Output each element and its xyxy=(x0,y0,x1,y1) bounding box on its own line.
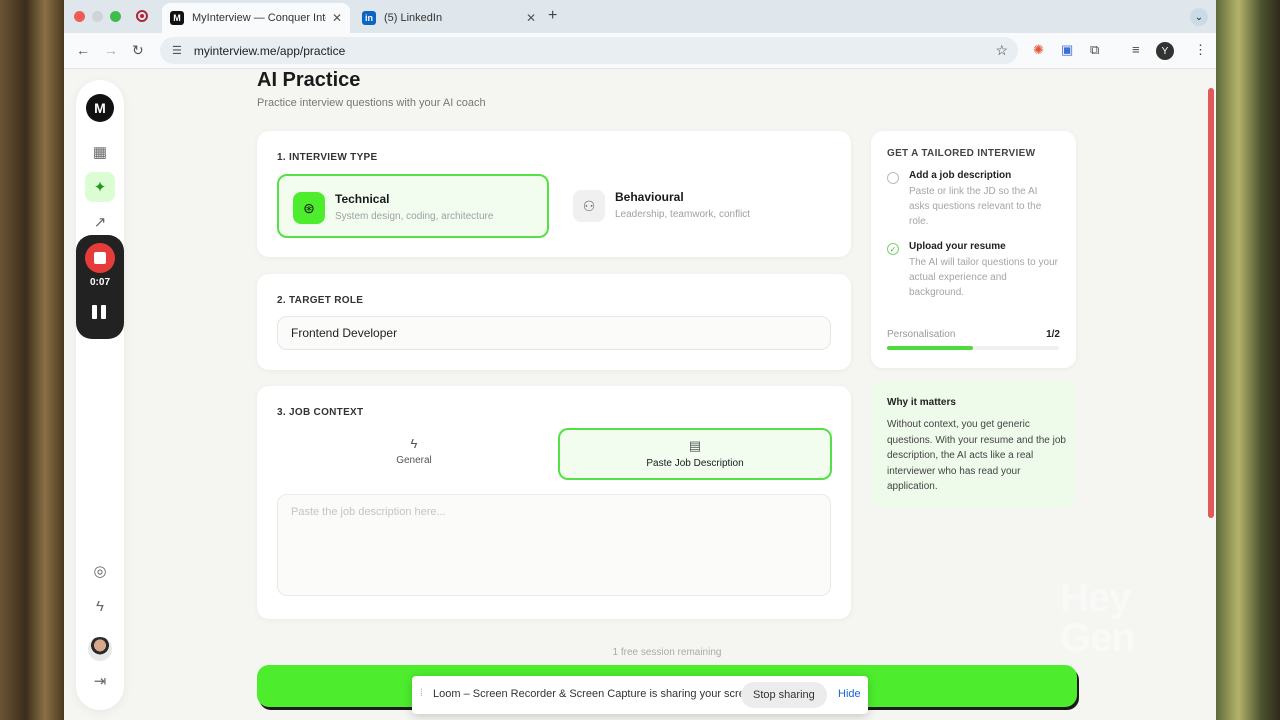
tab-strip: M MyInterview — Conquer Inter ✕ in (5) L… xyxy=(64,0,1216,33)
site-info-icon[interactable]: ☰ xyxy=(172,44,182,57)
back-arrow-icon[interactable]: ← xyxy=(76,42,90,58)
window-controls xyxy=(74,11,121,22)
stop-sharing-button[interactable]: Stop sharing xyxy=(741,682,827,708)
loom-message: Loom – Screen Recorder & Screen Capture … xyxy=(433,688,761,700)
tab-title: MyInterview — Conquer Inter xyxy=(192,12,326,24)
pause-recording-button[interactable] xyxy=(92,305,108,321)
step-upload-resume[interactable]: ✓ Upload your resume The AI will tailor … xyxy=(887,241,1059,300)
drag-handle-icon[interactable]: ⁞ xyxy=(420,688,423,699)
minimize-window-button[interactable] xyxy=(92,11,103,22)
browser-window: M MyInterview — Conquer Inter ✕ in (5) L… xyxy=(64,0,1216,720)
step-title: Upload your resume xyxy=(909,241,1006,252)
personalisation-count: 1/2 xyxy=(1046,329,1060,340)
hide-banner-link[interactable]: Hide xyxy=(838,688,861,700)
new-tab-button[interactable]: + xyxy=(548,7,557,25)
users-icon: ⚇ xyxy=(573,190,605,222)
forward-arrow-icon[interactable]: → xyxy=(104,42,118,58)
document-icon: ▤ xyxy=(688,438,702,453)
free-sessions-text: 1 free session remaining xyxy=(612,647,722,658)
app-logo[interactable]: M xyxy=(86,94,114,122)
dashboard-grid-icon[interactable]: ▦ xyxy=(85,137,115,167)
tab-search-button[interactable]: ⌄ xyxy=(1190,8,1208,26)
step-title: Add a job description xyxy=(909,170,1012,181)
check-circle-icon: ✓ xyxy=(887,243,899,255)
stop-recording-button[interactable] xyxy=(85,243,115,273)
tab-label: Paste Job Description xyxy=(646,458,744,469)
lightning-icon: ϟ xyxy=(410,436,418,451)
personalisation-progress xyxy=(887,346,1059,350)
option-description: System design, coding, architecture xyxy=(335,211,494,222)
option-description: Leadership, teamwork, conflict xyxy=(615,209,751,220)
why-text: Without context, you get generic questio… xyxy=(887,419,1066,492)
section-label: 2. TARGET ROLE xyxy=(277,295,364,306)
tab-title: (5) LinkedIn xyxy=(384,12,443,24)
bookmark-star-icon[interactable]: ☆ xyxy=(995,42,1008,59)
tab-myinterview[interactable]: M MyInterview — Conquer Inter ✕ xyxy=(162,3,350,33)
page-title: AI Practice xyxy=(257,69,361,91)
recording-indicator-icon xyxy=(136,10,148,22)
close-tab-icon[interactable]: ✕ xyxy=(526,11,536,25)
job-context-card: 3. JOB CONTEXT ϟ General ▤ Paste Job Des… xyxy=(257,386,851,619)
page-scrollbar[interactable] xyxy=(1208,88,1214,518)
lightning-icon[interactable]: ϟ xyxy=(85,591,115,621)
myinterview-favicon-icon: M xyxy=(170,11,184,25)
tab-paste-job-description[interactable]: ▤ Paste Job Description xyxy=(558,428,832,480)
browser-toolbar: ← → ↻ ☰ myinterview.me/app/practice ☆ ✺ … xyxy=(64,33,1216,69)
close-window-button[interactable] xyxy=(74,11,85,22)
heygen-watermark: Hey Gen xyxy=(1060,576,1136,660)
personalisation-progress-fill xyxy=(887,346,973,350)
profile-avatar[interactable]: Y xyxy=(1156,42,1174,60)
reading-list-icon[interactable]: ≡ xyxy=(1132,42,1140,57)
help-lifebuoy-icon[interactable]: ◎ xyxy=(85,556,115,586)
watermark-line: Gen xyxy=(1060,616,1136,660)
option-behavioural[interactable]: ⚇ Behavioural Leadership, teamwork, conf… xyxy=(559,174,831,238)
recording-time: 0:07 xyxy=(89,277,110,288)
page-subtitle: Practice interview questions with your A… xyxy=(257,97,486,109)
extensions-puzzle-icon[interactable]: ⧉ xyxy=(1090,42,1099,58)
why-title: Why it matters xyxy=(887,397,956,408)
linkedin-favicon-icon: in xyxy=(362,11,376,25)
recorder-widget: 0:07 xyxy=(76,235,124,339)
maximize-window-button[interactable] xyxy=(110,11,121,22)
url-text: myinterview.me/app/practice xyxy=(193,43,346,58)
loom-sharing-banner: ⁞ Loom – Screen Recorder & Screen Captur… xyxy=(412,676,868,714)
app-sidebar: M ▦ ✦ ↗ 0:07 ◎ ϟ ⇥ xyxy=(76,80,124,710)
extension-translate-icon[interactable]: ▣ xyxy=(1061,42,1073,58)
section-label: 3. JOB CONTEXT xyxy=(277,407,364,418)
browser-menu-icon[interactable]: ⋮ xyxy=(1194,42,1207,58)
user-avatar[interactable] xyxy=(88,637,112,661)
logout-icon[interactable]: ⇥ xyxy=(85,666,115,696)
reload-icon[interactable]: ↻ xyxy=(132,42,144,59)
why-it-matters-box: Why it matters Without context, you get … xyxy=(871,380,1076,508)
step-description: The AI will tailor questions to your act… xyxy=(909,257,1058,298)
step-description: Paste or link the JD so the AI asks ques… xyxy=(909,186,1042,227)
extension-claude-icon[interactable]: ✺ xyxy=(1033,42,1044,58)
tailored-interview-panel: GET A TAILORED INTERVIEW Add a job descr… xyxy=(871,131,1076,368)
personalisation-label: Personalisation xyxy=(887,329,956,340)
trending-up-icon[interactable]: ↗ xyxy=(85,207,115,237)
option-title: Behavioural xyxy=(615,190,684,204)
option-title: Technical xyxy=(335,192,390,206)
panel-title: GET A TAILORED INTERVIEW xyxy=(887,148,1036,159)
section-label: 1. INTERVIEW TYPE xyxy=(277,152,378,163)
step-add-job-description[interactable]: Add a job description Paste or link the … xyxy=(887,170,1059,229)
background-left xyxy=(0,0,64,720)
target-role-card: 2. TARGET ROLE Frontend Developer xyxy=(257,274,851,370)
address-bar[interactable]: ☰ myinterview.me/app/practice ☆ xyxy=(160,37,1018,64)
tab-linkedin[interactable]: in (5) LinkedIn ✕ xyxy=(354,3,544,33)
job-description-textarea[interactable]: Paste the job description here... xyxy=(277,494,831,596)
brain-icon: ⊛ xyxy=(293,192,325,224)
option-technical[interactable]: ⊛ Technical System design, coding, archi… xyxy=(277,174,549,238)
tab-general[interactable]: ϟ General xyxy=(277,428,551,480)
interview-type-card: 1. INTERVIEW TYPE ⊛ Technical System des… xyxy=(257,131,851,257)
background-right xyxy=(1216,0,1280,720)
close-tab-icon[interactable]: ✕ xyxy=(332,11,342,25)
tab-label: General xyxy=(396,455,432,466)
ai-sparkle-icon[interactable]: ✦ xyxy=(85,172,115,202)
target-role-input[interactable]: Frontend Developer xyxy=(277,316,831,350)
step-status-icon xyxy=(887,172,899,184)
watermark-line: Hey xyxy=(1060,576,1131,620)
